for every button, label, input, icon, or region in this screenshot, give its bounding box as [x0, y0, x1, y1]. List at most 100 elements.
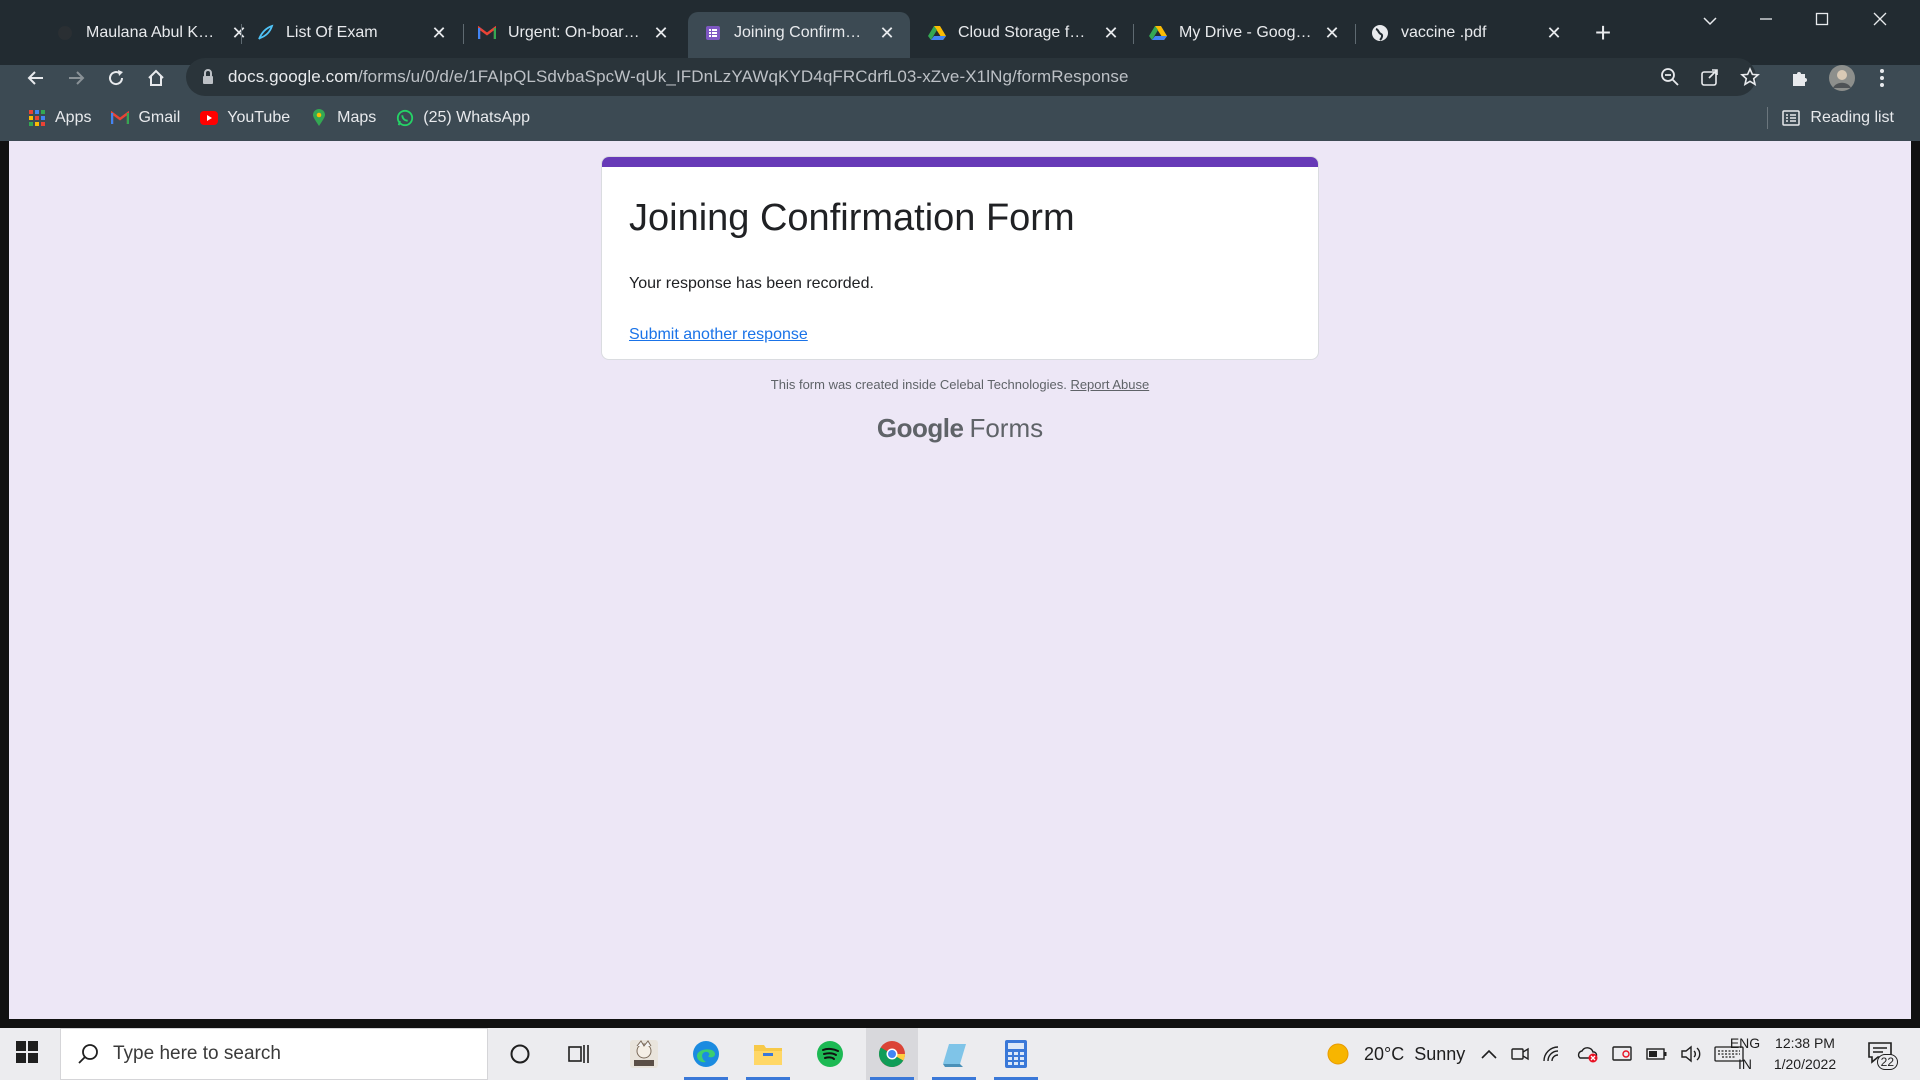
minimize-button[interactable]: [1746, 8, 1786, 32]
tab-cloud-storage[interactable]: Cloud Storage for Wo ✕: [912, 14, 1134, 52]
close-icon[interactable]: ✕: [1545, 24, 1563, 42]
tab-strip: Maulana Abul Kalam ✕ List Of Exam ✕ Urge…: [0, 0, 1920, 65]
chrome-icon[interactable]: [866, 1028, 918, 1080]
task-view-icon[interactable]: [554, 1028, 606, 1080]
taskbar-search-input[interactable]: Type here to search: [60, 1028, 488, 1080]
footer-text: This form was created inside Celebal Tec…: [770, 377, 1067, 392]
form-page: Joining Confirmation Form Your response …: [9, 141, 1911, 1019]
extensions-puzzle-icon[interactable]: [1782, 58, 1818, 98]
more-menu-icon[interactable]: [1864, 58, 1900, 98]
tab-urgent-onboarding[interactable]: Urgent: On-boarding ✕: [462, 14, 684, 52]
tab-title: Urgent: On-boarding: [508, 24, 644, 41]
profile-avatar[interactable]: [1824, 58, 1860, 98]
input-language-indicator[interactable]: ENG IN: [1725, 1033, 1765, 1075]
reading-list-button[interactable]: Reading list: [1767, 101, 1894, 135]
maximize-button[interactable]: [1802, 8, 1842, 32]
tab-maulana[interactable]: Maulana Abul Kalam ✕: [40, 14, 262, 52]
submit-another-response-link[interactable]: Submit another response: [629, 326, 808, 344]
tab-title: Cloud Storage for Wo: [958, 24, 1094, 41]
new-tab-button[interactable]: +: [1590, 19, 1616, 47]
weather-desc: Sunny: [1414, 1043, 1466, 1064]
brand-forms: Forms: [969, 413, 1044, 443]
bookmark-maps[interactable]: Maps: [310, 109, 376, 127]
forward-button[interactable]: [58, 58, 94, 98]
form-accent-bar: [602, 157, 1318, 167]
tab-title: List Of Exam: [286, 24, 378, 41]
volume-icon[interactable]: [1680, 1045, 1702, 1063]
tab-vaccine-pdf[interactable]: vaccine .pdf ✕: [1355, 14, 1577, 52]
windows-start-icon[interactable]: [16, 1041, 42, 1067]
bookmark-gmail[interactable]: Gmail: [111, 109, 180, 127]
bookmark-youtube[interactable]: YouTube: [200, 109, 290, 127]
reading-list-divider: [1767, 107, 1769, 129]
response-card: Joining Confirmation Form Your response …: [601, 156, 1319, 360]
close-icon[interactable]: ✕: [652, 24, 670, 42]
tab-title: vaccine .pdf: [1401, 24, 1487, 41]
report-abuse-link[interactable]: Report Abuse: [1070, 377, 1149, 392]
browser-chrome: Maulana Abul Kalam ✕ List Of Exam ✕ Urge…: [0, 0, 1920, 141]
file-explorer-icon[interactable]: [742, 1028, 794, 1080]
tab-my-drive[interactable]: My Drive - Google Dr ✕: [1133, 14, 1355, 52]
cortana-icon[interactable]: [494, 1028, 546, 1080]
weather-widget[interactable]: 20°C Sunny: [1326, 1028, 1465, 1080]
notification-count: 22: [1876, 1054, 1898, 1070]
close-window-button[interactable]: [1860, 8, 1900, 32]
google-forms-icon: [704, 24, 722, 42]
close-icon[interactable]: ✕: [430, 24, 448, 42]
back-button[interactable]: [18, 58, 54, 98]
share-icon[interactable]: [1700, 67, 1720, 87]
gmail-icon: [478, 24, 496, 42]
lock-icon: [202, 69, 216, 85]
calculator-icon[interactable]: [990, 1028, 1042, 1080]
address-bar[interactable]: docs.google.com/forms/u/0/d/e/1FAIpQLSdv…: [186, 58, 1760, 96]
bookmark-star-icon[interactable]: [1740, 67, 1760, 87]
bookmark-label: (25) WhatsApp: [423, 109, 530, 126]
google-drive-icon: [1149, 24, 1167, 42]
tab-list-of-exam[interactable]: List Of Exam ✕: [240, 14, 462, 52]
bookmark-label: Apps: [55, 109, 92, 126]
bookmark-apps[interactable]: Apps: [28, 109, 91, 127]
lang-line-2: IN: [1738, 1056, 1752, 1072]
sun-icon: [1326, 1042, 1350, 1066]
tab-title: My Drive - Google Dr: [1179, 24, 1315, 41]
reload-button[interactable]: [98, 58, 134, 98]
form-footer: This form was created inside Celebal Tec…: [9, 377, 1911, 392]
lang-line-1: ENG: [1729, 1035, 1761, 1051]
search-icon: [77, 1043, 99, 1065]
battery-icon[interactable]: [1646, 1047, 1668, 1061]
google-forms-logo[interactable]: Google Forms: [9, 413, 1911, 444]
spotify-icon[interactable]: [804, 1028, 856, 1080]
bookmarks-bar: Apps Gmail YouTube Maps (25) WhatsApp: [0, 101, 1920, 135]
google-drive-icon: [928, 24, 946, 42]
youtube-icon: [200, 109, 219, 127]
tab-search-chevron-icon[interactable]: [1690, 8, 1730, 32]
meet-now-icon[interactable]: [1510, 1045, 1530, 1063]
network-icon[interactable]: [1542, 1045, 1564, 1063]
clock-time: 12:38 PM: [1775, 1035, 1835, 1051]
display-settings-icon[interactable]: [1612, 1045, 1634, 1063]
show-hidden-icons-chevron-icon[interactable]: [1480, 1048, 1498, 1060]
close-icon[interactable]: ✕: [1102, 24, 1120, 42]
bookmark-label: YouTube: [227, 109, 291, 126]
maps-pin-icon: [310, 109, 328, 127]
search-placeholder: Type here to search: [113, 1043, 281, 1064]
close-icon[interactable]: ✕: [1323, 24, 1341, 42]
notepad-app-icon[interactable]: [928, 1028, 980, 1080]
edge-browser-icon[interactable]: [680, 1028, 732, 1080]
apps-grid-icon: [28, 109, 46, 127]
home-button[interactable]: [138, 58, 174, 98]
taskbar-clock[interactable]: 12:38 PM 1/20/2022: [1770, 1033, 1840, 1075]
feather-icon: [256, 24, 274, 42]
clock-date: 1/20/2022: [1773, 1056, 1837, 1072]
notifications-icon[interactable]: 22: [1866, 1038, 1898, 1070]
anime-app-icon[interactable]: [618, 1028, 670, 1080]
weather-temp: 20°C: [1364, 1043, 1405, 1064]
close-icon[interactable]: ✕: [878, 24, 896, 42]
system-tray: [1480, 1028, 1744, 1080]
generic-site-icon: [56, 24, 74, 42]
zoom-icon[interactable]: [1660, 67, 1680, 87]
bookmark-whatsapp[interactable]: (25) WhatsApp: [396, 109, 530, 127]
windows-taskbar: Type here to search 20°C Sunny ENG IN 12…: [0, 1028, 1920, 1080]
brand-google: Google: [876, 413, 964, 443]
onedrive-error-icon[interactable]: [1576, 1045, 1600, 1063]
